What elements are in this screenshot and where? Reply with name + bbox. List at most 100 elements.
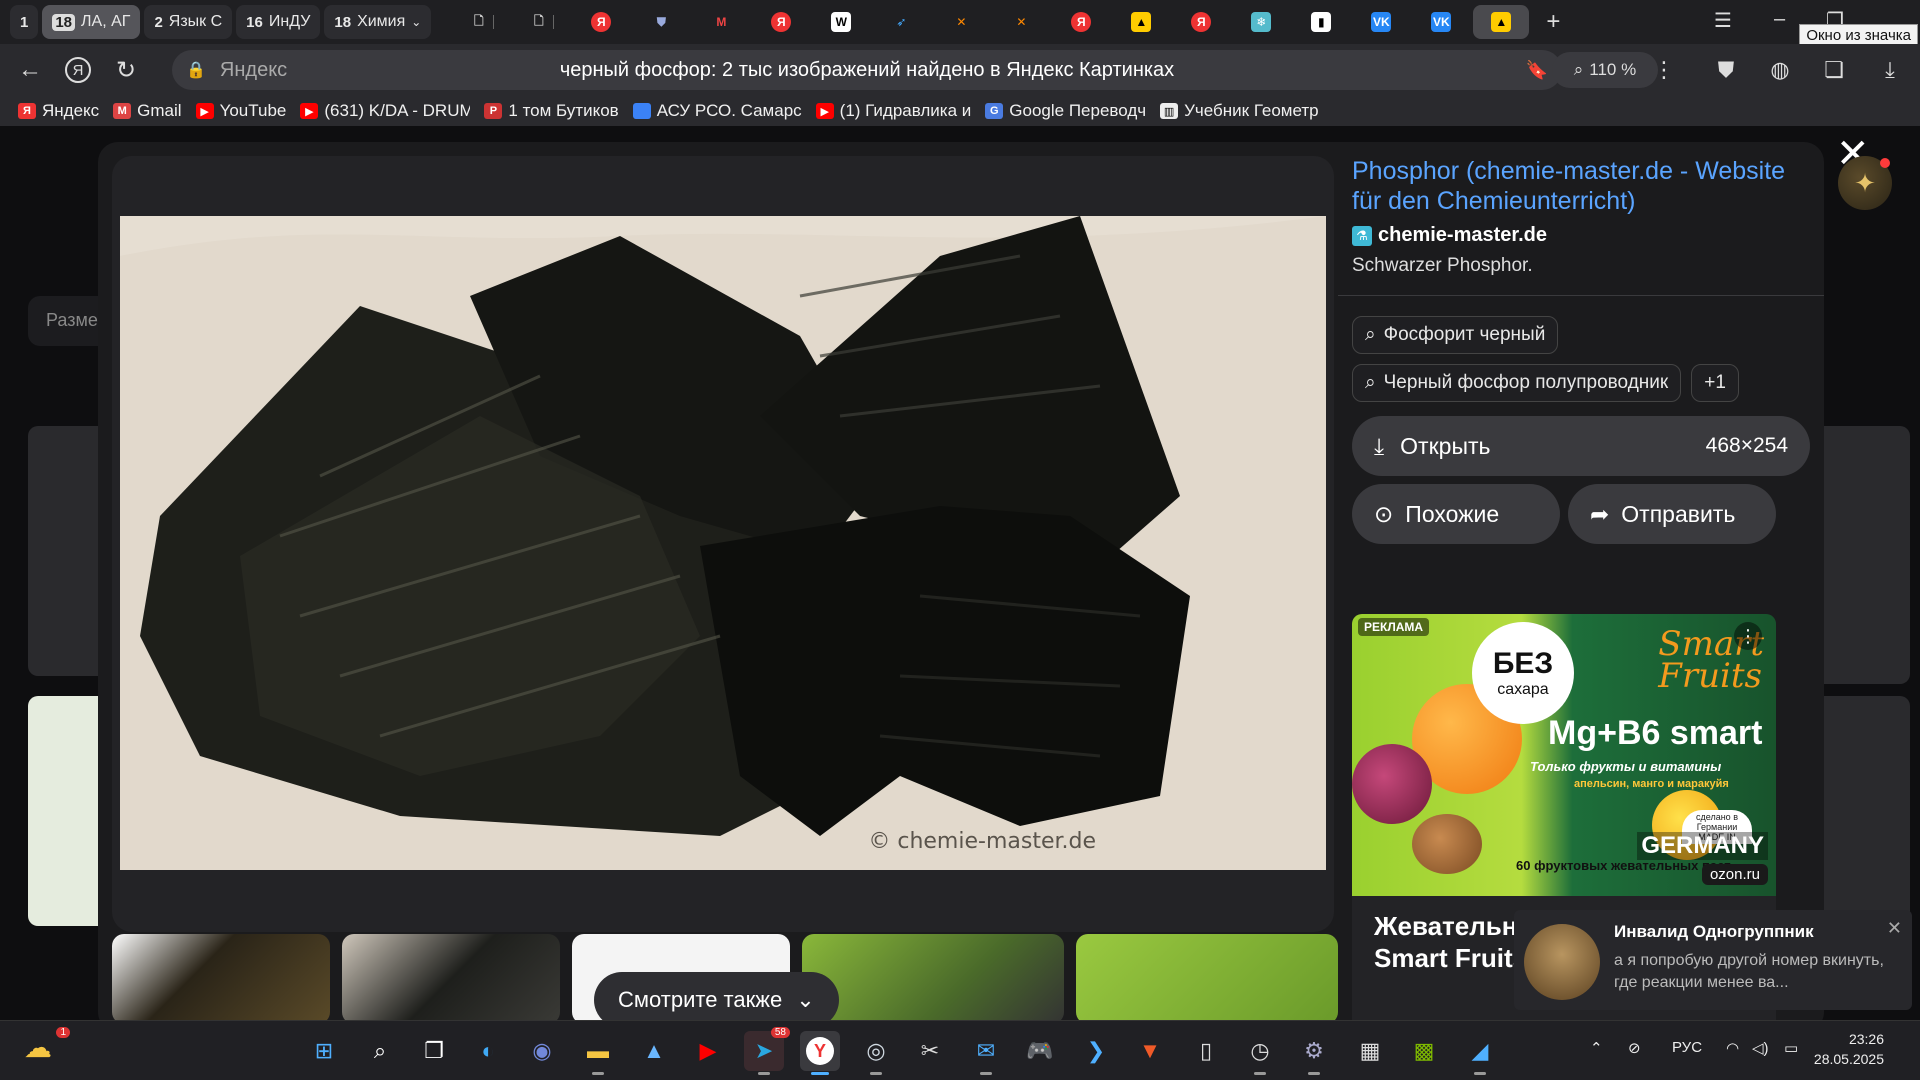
weather-widget[interactable]: ☁ 1 <box>24 1027 70 1071</box>
back-button[interactable]: ← <box>6 46 54 94</box>
tab[interactable]: Я <box>573 5 629 39</box>
edge-icon[interactable]: ◐ <box>468 1031 508 1071</box>
thumbnail[interactable] <box>1076 934 1338 1020</box>
powershell-icon[interactable]: ❯ <box>1076 1031 1116 1071</box>
reload-button[interactable]: ↻ <box>102 46 150 94</box>
tab[interactable]: M <box>693 5 749 39</box>
tab[interactable]: Я <box>1053 5 1109 39</box>
share-button[interactable]: ➦ Отправить <box>1568 484 1776 544</box>
thumbnail[interactable] <box>802 934 1064 1020</box>
tab[interactable]: 🗋 <box>513 5 569 39</box>
globe-icon[interactable]: ◍ <box>1764 54 1796 86</box>
clock-app-icon[interactable]: ◷ <box>1240 1031 1280 1075</box>
settings-icon[interactable]: ⚙ <box>1294 1031 1334 1075</box>
thumbnail[interactable] <box>342 934 560 1020</box>
adblock-shield-icon[interactable]: ⛊ <box>1710 54 1742 86</box>
new-tab-button[interactable]: + <box>1533 5 1573 39</box>
discord-icon[interactable]: ◉ <box>522 1031 562 1071</box>
bookmark-geometry[interactable]: ▥ Учебник Геометр <box>1160 101 1319 121</box>
tab-group-yazyk-c[interactable]: 2 Язык С <box>144 5 233 39</box>
collections-icon[interactable]: ❏ <box>1818 54 1850 86</box>
tag-chip-label: Черный фосфор полупроводник <box>1383 372 1669 393</box>
bookmark-butikov[interactable]: P 1 том Бутиков <box>484 101 619 121</box>
brave-icon[interactable]: ▼ <box>1130 1031 1170 1071</box>
tab-group-1[interactable]: 1 <box>10 5 39 39</box>
tab[interactable]: ✕ <box>933 5 989 39</box>
tab[interactable]: ❄ <box>1233 5 1289 39</box>
yandex-browser-icon[interactable]: Y <box>800 1031 840 1075</box>
bookmark-asu-rso[interactable]: АСУ РСО. Самарс <box>632 101 802 121</box>
similar-button[interactable]: ⊙ Похожие <box>1352 484 1560 544</box>
tab[interactable]: ▮ <box>1293 5 1349 39</box>
alice-assistant-button[interactable]: ✦ <box>1838 156 1892 210</box>
ad-more-icon[interactable]: ⋮ <box>1734 622 1762 650</box>
start-button[interactable]: ⊞ <box>304 1031 344 1071</box>
bookmark-kda[interactable]: ▶ (631) K/DA - DRUM <box>300 101 470 121</box>
gamepad-icon[interactable]: 🎮 <box>1020 1031 1060 1071</box>
bookmark-yandex[interactable]: Я Яндекс <box>18 101 99 121</box>
tab-group-himiya[interactable]: 18 Химия ⌄ <box>324 5 432 39</box>
snipping-tool-icon[interactable]: ✂ <box>910 1031 950 1071</box>
bookmark-hydraulics[interactable]: ▶ (1) Гидравлика и <box>815 101 971 121</box>
wifi-icon[interactable]: ◠ <box>1726 1039 1739 1057</box>
tab-group-la-ag[interactable]: 18 ЛА, АГ <box>42 5 141 39</box>
black-phosphorus-image <box>120 216 1326 870</box>
youtube-icon[interactable]: ▶ <box>688 1031 728 1071</box>
ms-store-icon[interactable]: ▩ <box>1404 1031 1444 1071</box>
telegram-icon[interactable]: ➤ 58 <box>744 1027 790 1075</box>
bookmark-youtube[interactable]: ▶ YouTube <box>195 101 286 121</box>
source-host[interactable]: ⚗ chemie-master.de <box>1352 224 1810 247</box>
language-indicator[interactable]: РУС <box>1672 1039 1702 1056</box>
task-view-icon[interactable]: ❐ <box>414 1031 454 1071</box>
tab-list-icon[interactable]: ☰ <box>1714 8 1732 33</box>
tab[interactable]: VK <box>1353 5 1409 39</box>
tag-chip[interactable]: ⌕ Фосфорит черный <box>1352 316 1559 354</box>
close-notification-icon[interactable]: ✕ <box>1887 918 1902 939</box>
app-icon[interactable]: ◢ <box>1460 1031 1500 1075</box>
tab[interactable]: ➶ <box>873 5 929 39</box>
volume-icon[interactable]: ◁) <box>1752 1039 1769 1057</box>
site-favicon-icon: ⚗ <box>1352 225 1372 246</box>
open-image-button[interactable]: ⤓ Открыть 468×254 <box>1352 416 1810 476</box>
tab[interactable]: ⛊ <box>633 5 689 39</box>
tab[interactable]: W <box>813 5 869 39</box>
tab-group-indu[interactable]: 16 ИнДУ <box>236 5 321 39</box>
bookmark-icon[interactable]: 🔖 <box>1526 60 1548 81</box>
notepad-icon[interactable]: ▯ <box>1186 1031 1226 1071</box>
mail-icon[interactable]: ✉ <box>966 1031 1006 1075</box>
tab-group-count: 2 <box>154 13 163 31</box>
file-explorer-icon[interactable]: ▬ <box>578 1031 618 1075</box>
yandex-logo-icon: Я <box>65 57 91 83</box>
bookmark-gmail[interactable]: M Gmail <box>113 101 182 121</box>
battery-icon[interactable]: ▭ <box>1784 1039 1798 1057</box>
steam-icon[interactable]: ◎ <box>856 1031 896 1075</box>
show-hidden-icons[interactable]: ⌃ <box>1590 1039 1603 1057</box>
photos-icon[interactable]: ▲ <box>634 1031 674 1071</box>
tab[interactable]: VK <box>1413 5 1469 39</box>
zoom-button[interactable]: ⌕ 110 % <box>1552 52 1658 88</box>
more-tags-chip[interactable]: +1 <box>1691 364 1739 402</box>
url-field[interactable]: 🔒 Яндекс черный фосфор: 2 тыс изображени… <box>172 50 1562 90</box>
sugar-free-badge: БЕЗ сахара <box>1472 622 1574 724</box>
tab[interactable]: ✕ <box>993 5 1049 39</box>
tab[interactable]: Я <box>753 5 809 39</box>
tab[interactable]: 🗋 <box>453 5 509 39</box>
download-icon[interactable]: ⤓ <box>1874 54 1906 86</box>
source-title-link[interactable]: Phosphor (chemie-master.de - Website für… <box>1352 156 1810 216</box>
tab[interactable]: Я <box>1173 5 1229 39</box>
tab-active-yandex-images[interactable]: ▲ <box>1473 5 1530 39</box>
bookmark-google-translate[interactable]: G Google Переводч <box>985 101 1146 121</box>
calculator-icon[interactable]: ▦ <box>1350 1031 1390 1071</box>
search-icon[interactable]: ⌕ <box>360 1031 400 1071</box>
thumbnail[interactable] <box>112 934 330 1020</box>
network-off-icon[interactable]: ⊘ <box>1628 1039 1641 1057</box>
black-phosphorus-photo[interactable]: © chemie-master.de <box>120 216 1326 870</box>
clock[interactable]: 23:26 28.05.2025 <box>1814 1029 1884 1069</box>
minimize-button[interactable]: – <box>1774 8 1785 31</box>
running-indicator <box>1254 1072 1266 1075</box>
tab[interactable]: ▲ <box>1113 5 1169 39</box>
tag-chip[interactable]: ⌕ Черный фосфор полупроводник <box>1352 364 1682 402</box>
notification-toast[interactable]: Инвалид Одногруппник а я попробую другой… <box>1514 910 1912 1010</box>
more-menu-icon[interactable]: ⋮ <box>1648 54 1680 86</box>
yandex-home-button[interactable]: Я <box>54 46 102 94</box>
